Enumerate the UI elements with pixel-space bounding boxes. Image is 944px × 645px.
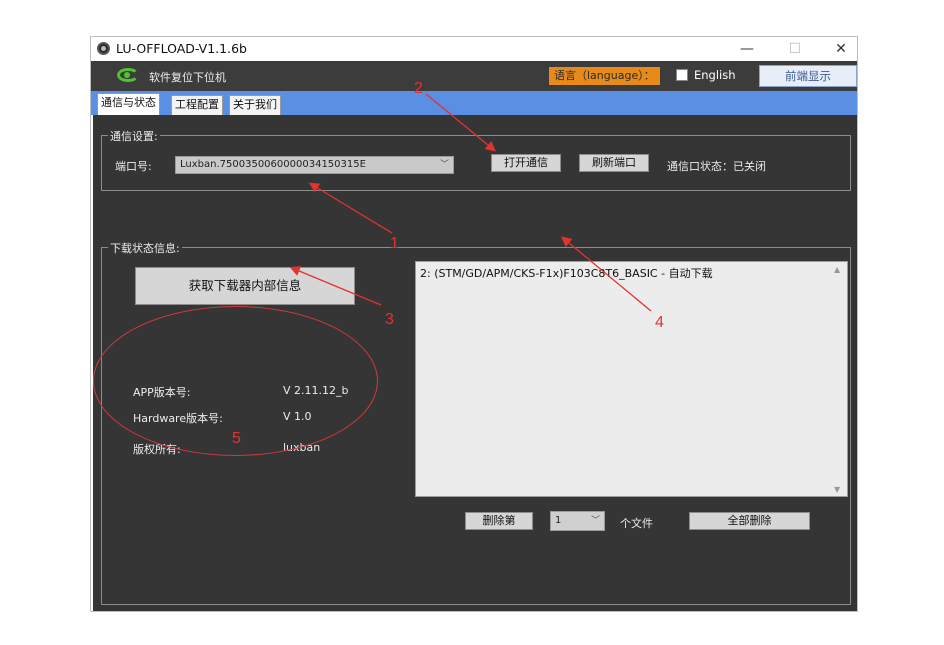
open-comm-button[interactable]: 打开通信: [491, 154, 561, 172]
download-log[interactable]: 2: (STM/GD/APM/CKS-F1x)F103C8T6_BASIC - …: [415, 261, 848, 497]
english-checkbox-label[interactable]: English: [694, 68, 736, 82]
port-select[interactable]: Luxban.7500350060000034150315E ﹀: [175, 156, 454, 174]
log-line: 2: (STM/GD/APM/CKS-F1x)F103C8T6_BASIC - …: [420, 267, 713, 280]
app-logo-icon: [117, 68, 139, 82]
delete-all-button[interactable]: 全部删除: [689, 512, 810, 530]
refresh-port-button[interactable]: 刷新端口: [579, 154, 649, 172]
annotation-number-2: 2: [414, 80, 423, 97]
port-select-value: Luxban.7500350060000034150315E: [180, 159, 366, 170]
front-display-button[interactable]: 前端显示: [759, 65, 857, 87]
app-name: 软件复位下位机: [149, 71, 226, 84]
port-label: 端口号:: [115, 160, 152, 173]
download-status-title: 下载状态信息:: [108, 240, 182, 256]
scroll-down-icon[interactable]: ▼: [834, 485, 844, 494]
annotation-number-3: 3: [385, 311, 394, 328]
app-icon: [97, 42, 110, 55]
file-unit-label: 个文件: [620, 517, 653, 530]
delete-nth-button[interactable]: 删除第: [465, 512, 533, 530]
annotation-number-1: 1: [390, 235, 399, 252]
comm-settings-title: 通信设置:: [108, 128, 160, 144]
file-index-value: 1: [555, 515, 562, 526]
language-label: 语言（language）：: [549, 67, 660, 85]
annotation-number-5: 5: [232, 430, 241, 447]
chevron-down-icon: ﹀: [590, 516, 600, 526]
tab-comm-status[interactable]: 通信与状态: [97, 93, 160, 115]
scroll-up-icon[interactable]: ▲: [834, 265, 844, 274]
header-bar: 软件复位下位机 语言（language）： English 前端显示: [91, 61, 857, 91]
get-device-info-button[interactable]: 获取下载器内部信息: [135, 267, 355, 305]
maximize-button[interactable]: ☐: [775, 39, 815, 59]
window-title: LU-OFFLOAD-V1.1.6b: [116, 41, 247, 56]
close-button[interactable]: ✕: [821, 39, 861, 59]
english-checkbox[interactable]: [676, 69, 688, 81]
tab-about-us[interactable]: 关于我们: [229, 95, 281, 115]
file-index-select[interactable]: 1 ﹀: [550, 511, 605, 531]
minimize-button[interactable]: —: [727, 39, 767, 59]
tab-strip: 通信与状态 工程配置 关于我们: [91, 91, 857, 115]
tab-project-config[interactable]: 工程配置: [171, 95, 223, 115]
annotation-number-4: 4: [655, 314, 664, 331]
comm-status-text: 通信口状态：已关闭: [667, 160, 766, 173]
chevron-down-icon: ﹀: [439, 160, 449, 170]
title-bar[interactable]: LU-OFFLOAD-V1.1.6b — ☐ ✕: [91, 37, 857, 61]
